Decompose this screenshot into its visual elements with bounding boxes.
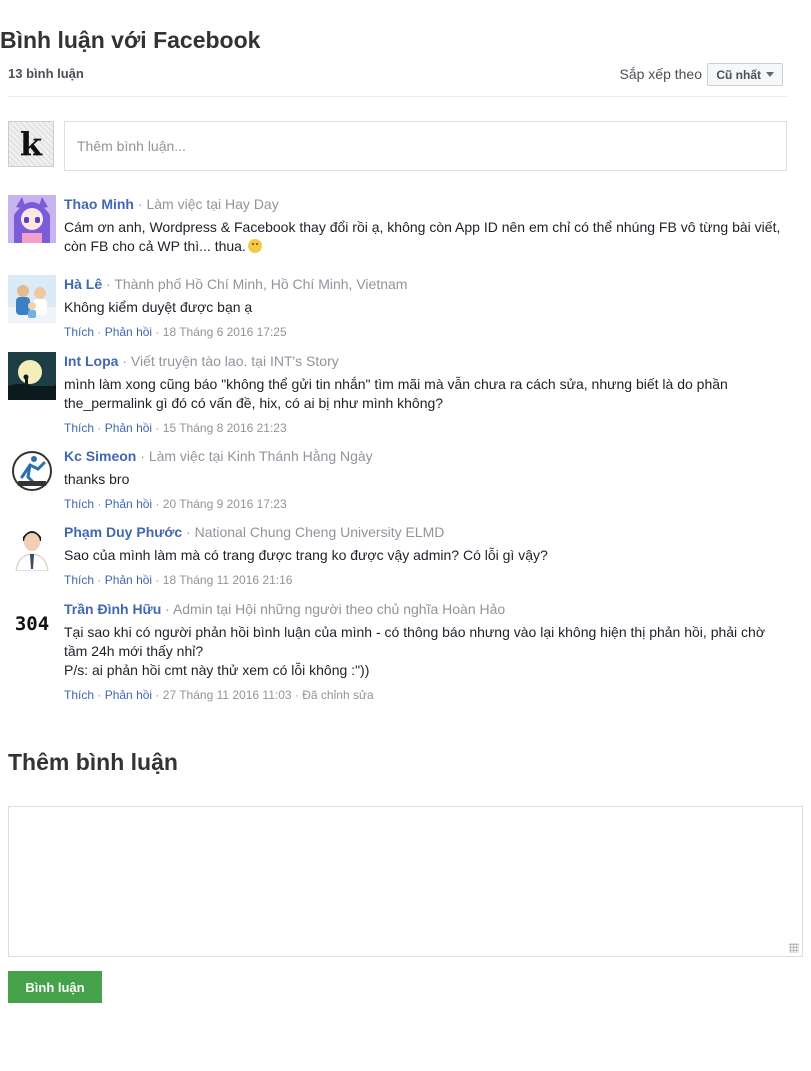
commenter-name[interactable]: Trần Đình Hữu <box>64 601 161 617</box>
sort-dropdown[interactable]: Cũ nhất <box>707 63 783 86</box>
separator: · <box>155 688 160 702</box>
separator: · <box>97 421 102 435</box>
comment-actions: Thích · Phản hồi · 27 Tháng 11 2016 11:0… <box>64 687 788 703</box>
separator: · <box>186 524 191 540</box>
separator: · <box>165 601 170 617</box>
avatar-family-image <box>8 275 56 323</box>
submit-comment-button[interactable]: Bình luận <box>8 971 102 1003</box>
comment-timestamp[interactable]: 15 Tháng 8 2016 21:23 <box>163 421 287 435</box>
like-link[interactable]: Thích <box>64 497 94 511</box>
separator: · <box>122 353 127 369</box>
separator: · <box>155 573 160 587</box>
separator: · <box>137 196 143 212</box>
comment-text: Tại sao khi có người phản hồi bình luận … <box>64 624 766 659</box>
sort-label: Sắp xếp theo <box>619 66 702 82</box>
comment-timestamp[interactable]: 18 Tháng 6 2016 17:25 <box>163 325 287 339</box>
commenter-name[interactable]: Phạm Duy Phước <box>64 524 182 540</box>
separator: · <box>155 421 160 435</box>
comment-text: Cám ơn anh, Wordpress & Facebook thay đổ… <box>64 219 781 254</box>
comment-composer-input[interactable]: Thêm bình luận... <box>64 121 787 171</box>
reply-link[interactable]: Phản hồi <box>105 573 152 587</box>
comments-header: 13 bình luận Sắp xếp theo Cũ nhất <box>8 60 787 97</box>
avatar[interactable] <box>8 275 56 323</box>
commenter-name[interactable]: Kc Simeon <box>64 448 136 464</box>
commenter-meta[interactable]: National Chung Cheng University ELMD <box>195 524 445 540</box>
comment-actions: Thích · Phản hồi · 20 Tháng 9 2016 17:23 <box>64 496 788 512</box>
separator: · <box>97 688 102 702</box>
avatar-text: 304 <box>14 613 50 635</box>
avatar[interactable] <box>8 447 56 495</box>
commenter-meta[interactable]: Viết truyện tào lao. tại INT's Story <box>131 353 339 369</box>
sort-selected: Cũ nhất <box>716 67 761 82</box>
comment-actions: Thích · Phản hồi · 15 Tháng 8 2016 21:23 <box>64 420 788 436</box>
comment-actions: Thích · Phản hồi · 18 Tháng 6 2016 17:25 <box>64 324 788 340</box>
comment-timestamp[interactable]: 18 Tháng 11 2016 21:16 <box>163 573 293 587</box>
commenter-meta[interactable]: Làm việc tại Hay Day <box>146 196 278 212</box>
reply-link[interactable]: Phản hồi <box>105 325 152 339</box>
comment-text-ps: P/s: ai phản hồi cmt này thử xem có lỗi … <box>64 662 370 678</box>
avatar[interactable] <box>8 523 56 571</box>
comment-count: 13 bình luận <box>8 66 84 81</box>
separator: · <box>155 325 160 339</box>
comment-actions: Thích · Phản hồi · 18 Tháng 11 2016 21:1… <box>64 572 788 588</box>
comment-text: thanks bro <box>64 471 130 487</box>
reply-link[interactable]: Phản hồi <box>105 421 152 435</box>
plugin-title: Bình luận với Facebook <box>0 27 261 53</box>
commenter-meta[interactable]: Làm việc tại Kinh Thánh Hằng Ngày <box>149 448 373 464</box>
avatar-moon-silhouette-image <box>8 352 56 400</box>
like-link[interactable]: Thích <box>64 688 94 702</box>
comment-text: Sao của mình làm mà có trang được trang … <box>64 547 548 563</box>
separator: · <box>106 276 111 292</box>
comment-text: Không kiểm duyệt được bạn ạ <box>64 299 253 315</box>
add-comment-title: Thêm bình luận <box>8 749 178 775</box>
commenter-meta[interactable]: Thành phố Hồ Chí Minh, Hồ Chí Minh, Viet… <box>114 276 407 292</box>
separator: · <box>97 573 102 587</box>
commenter-meta[interactable]: Admin tại Hội những người theo chủ nghĩa… <box>173 601 505 617</box>
avatar[interactable]: 304 <box>8 600 56 648</box>
like-link[interactable]: Thích <box>64 573 94 587</box>
comment-textarea[interactable] <box>8 806 803 957</box>
separator: · <box>155 497 160 511</box>
like-link[interactable]: Thích <box>64 421 94 435</box>
reply-link[interactable]: Phản hồi <box>105 688 152 702</box>
like-link[interactable]: Thích <box>64 325 94 339</box>
reply-link[interactable]: Phản hồi <box>105 497 152 511</box>
comment-timestamp[interactable]: 20 Tháng 9 2016 17:23 <box>163 497 287 511</box>
commenter-name[interactable]: Hà Lê <box>64 276 102 292</box>
commenter-name[interactable]: Int Lopa <box>64 353 118 369</box>
avatar[interactable] <box>8 195 56 243</box>
comment-text: mình làm xong cũng báo "không thể gửi ti… <box>64 376 728 411</box>
avatar[interactable] <box>8 352 56 400</box>
current-user-avatar: k <box>8 121 54 167</box>
resize-grip-icon[interactable] <box>789 943 799 953</box>
separator: · <box>97 497 102 511</box>
separator: · <box>140 448 145 464</box>
avatar-anime-girl-image <box>8 195 56 243</box>
comment-timestamp[interactable]: 27 Tháng 11 2016 11:03 <box>163 688 292 702</box>
avatar-portrait-image <box>8 523 56 571</box>
avatar-runner-logo-image <box>8 447 56 495</box>
separator: · <box>97 325 102 339</box>
confused-face-emoji-icon <box>247 239 262 253</box>
avatar-letter: k <box>19 125 43 163</box>
separator: · <box>294 688 299 702</box>
commenter-name[interactable]: Thao Minh <box>64 196 134 212</box>
chevron-down-icon <box>766 72 774 77</box>
edited-label: Đã chỉnh sửa <box>302 688 374 702</box>
